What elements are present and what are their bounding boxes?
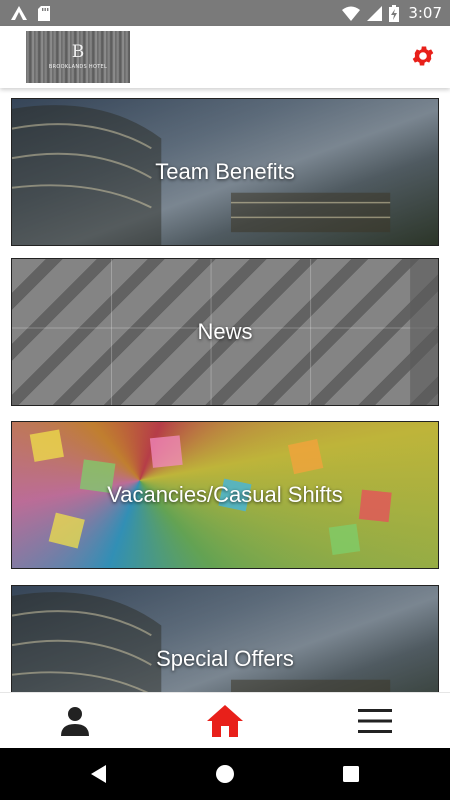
card-news[interactable]: News (11, 258, 439, 406)
card-label: Vacancies/Casual Shifts (107, 482, 343, 507)
tab-home[interactable] (165, 693, 285, 749)
clock: 3:07 (408, 4, 442, 22)
hotel-logo: B BROOKLANDS HOTEL (26, 31, 130, 83)
logo-mark: B (71, 42, 85, 62)
card-special-offers[interactable]: Special Offers (11, 585, 439, 692)
home-circle-icon[interactable] (213, 762, 237, 786)
card-team-benefits[interactable]: Team Benefits (11, 98, 439, 246)
battery-charging-icon (389, 4, 400, 22)
menu-cards: Team Benefits News Vacancies/Casual Shif… (0, 88, 450, 692)
a-icon (10, 5, 28, 21)
person-icon (61, 707, 89, 736)
app-header: B BROOKLANDS HOTEL (0, 26, 450, 88)
card-label: News (197, 319, 253, 344)
system-nav-bar (0, 748, 450, 800)
signal-icon (367, 5, 383, 21)
hamburger-menu-icon (358, 709, 392, 733)
status-bar: 3:07 (0, 0, 450, 26)
tab-menu[interactable] (315, 693, 435, 749)
card-label: Team Benefits (155, 159, 295, 184)
bottom-tab-bar (0, 692, 450, 749)
home-icon (207, 705, 243, 737)
gear-icon[interactable] (410, 43, 436, 69)
recents-icon[interactable] (339, 762, 363, 786)
card-vacancies[interactable]: Vacancies/Casual Shifts (11, 421, 439, 569)
sd-card-icon (38, 5, 50, 21)
wifi-icon (342, 6, 361, 21)
tab-profile[interactable] (15, 693, 135, 749)
logo-name: BROOKLANDS HOTEL (48, 64, 108, 70)
back-icon[interactable] (87, 762, 111, 786)
card-label: Special Offers (156, 646, 294, 671)
